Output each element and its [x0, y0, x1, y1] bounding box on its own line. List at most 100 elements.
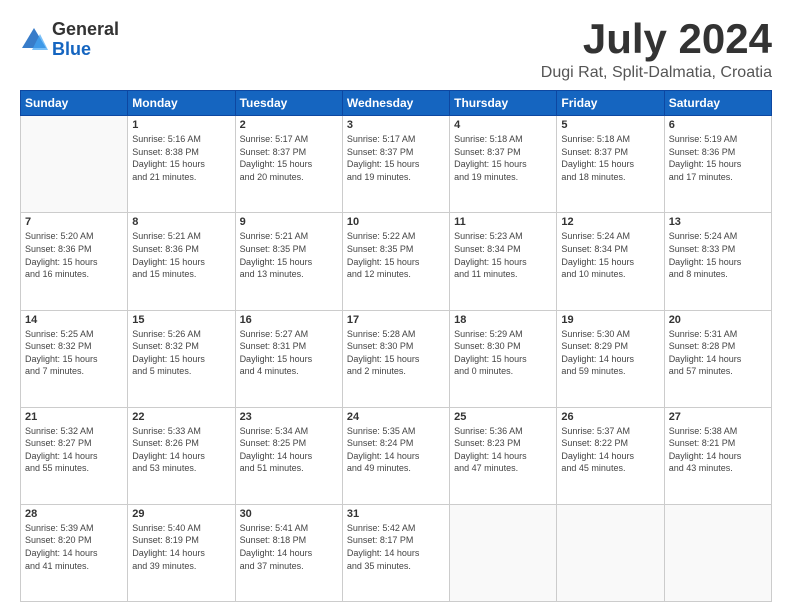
table-row: 8 Sunrise: 5:21 AM Sunset: 8:36 PM Daylig…: [128, 213, 235, 310]
day-number: 19: [561, 314, 659, 326]
day-number: 2: [240, 119, 338, 131]
main-title: July 2024: [541, 16, 772, 62]
day-info: Sunrise: 5:18 AM Sunset: 8:37 PM Dayligh…: [561, 133, 659, 183]
day-number: 7: [25, 216, 123, 228]
header: General Blue July 2024 Dugi Rat, Split-D…: [20, 16, 772, 82]
day-number: 13: [669, 216, 767, 228]
day-number: 24: [347, 411, 445, 423]
calendar-header-row: Sunday Monday Tuesday Wednesday Thursday…: [21, 91, 772, 116]
day-info: Sunrise: 5:33 AM Sunset: 8:26 PM Dayligh…: [132, 425, 230, 475]
subtitle: Dugi Rat, Split-Dalmatia, Croatia: [541, 64, 772, 82]
day-number: 6: [669, 119, 767, 131]
day-number: 21: [25, 411, 123, 423]
day-info: Sunrise: 5:35 AM Sunset: 8:24 PM Dayligh…: [347, 425, 445, 475]
day-info: Sunrise: 5:37 AM Sunset: 8:22 PM Dayligh…: [561, 425, 659, 475]
day-info: Sunrise: 5:20 AM Sunset: 8:36 PM Dayligh…: [25, 230, 123, 280]
day-info: Sunrise: 5:22 AM Sunset: 8:35 PM Dayligh…: [347, 230, 445, 280]
col-saturday: Saturday: [664, 91, 771, 116]
table-row: 10 Sunrise: 5:22 AM Sunset: 8:35 PM Dayli…: [342, 213, 449, 310]
day-number: 30: [240, 508, 338, 520]
day-info: Sunrise: 5:26 AM Sunset: 8:32 PM Dayligh…: [132, 328, 230, 378]
day-info: Sunrise: 5:30 AM Sunset: 8:29 PM Dayligh…: [561, 328, 659, 378]
logo: General Blue: [20, 20, 119, 60]
table-row: 30 Sunrise: 5:41 AM Sunset: 8:18 PM Dayli…: [235, 504, 342, 601]
day-number: 11: [454, 216, 552, 228]
day-info: Sunrise: 5:21 AM Sunset: 8:36 PM Dayligh…: [132, 230, 230, 280]
day-number: 5: [561, 119, 659, 131]
day-number: 25: [454, 411, 552, 423]
table-row: [450, 504, 557, 601]
table-row: 18Sunrise: 5:29 AM Sunset: 8:30 PM Dayli…: [450, 310, 557, 407]
day-number: 1: [132, 119, 230, 131]
day-info: Sunrise: 5:24 AM Sunset: 8:34 PM Dayligh…: [561, 230, 659, 280]
day-info: Sunrise: 5:41 AM Sunset: 8:18 PM Dayligh…: [240, 522, 338, 572]
table-row: [557, 504, 664, 601]
day-info: Sunrise: 5:17 AM Sunset: 8:37 PM Dayligh…: [347, 133, 445, 183]
day-info: Sunrise: 5:17 AM Sunset: 8:37 PM Dayligh…: [240, 133, 338, 183]
table-row: 5 Sunrise: 5:18 AM Sunset: 8:37 PM Daylig…: [557, 116, 664, 213]
table-row: 3 Sunrise: 5:17 AM Sunset: 8:37 PM Daylig…: [342, 116, 449, 213]
table-row: 2 Sunrise: 5:17 AM Sunset: 8:37 PM Daylig…: [235, 116, 342, 213]
day-info: Sunrise: 5:19 AM Sunset: 8:36 PM Dayligh…: [669, 133, 767, 183]
logo-text: General Blue: [52, 20, 119, 60]
col-monday: Monday: [128, 91, 235, 116]
day-info: Sunrise: 5:38 AM Sunset: 8:21 PM Dayligh…: [669, 425, 767, 475]
logo-blue: Blue: [52, 40, 119, 60]
table-row: 14Sunrise: 5:25 AM Sunset: 8:32 PM Dayli…: [21, 310, 128, 407]
day-info: Sunrise: 5:16 AM Sunset: 8:38 PM Dayligh…: [132, 133, 230, 183]
day-number: 8: [132, 216, 230, 228]
table-row: 16 Sunrise: 5:27 AM Sunset: 8:31 PM Dayli…: [235, 310, 342, 407]
day-info: Sunrise: 5:34 AM Sunset: 8:25 PM Dayligh…: [240, 425, 338, 475]
day-info: Sunrise: 5:39 AM Sunset: 8:20 PM Dayligh…: [25, 522, 123, 572]
col-tuesday: Tuesday: [235, 91, 342, 116]
title-block: July 2024 Dugi Rat, Split-Dalmatia, Croa…: [541, 16, 772, 82]
day-info: Sunrise: 5:25 AM Sunset: 8:32 PM Dayligh…: [25, 328, 123, 378]
table-row: 13 Sunrise: 5:24 AM Sunset: 8:33 PM Dayli…: [664, 213, 771, 310]
day-info: Sunrise: 5:21 AM Sunset: 8:35 PM Dayligh…: [240, 230, 338, 280]
table-row: 19 Sunrise: 5:30 AM Sunset: 8:29 PM Dayli…: [557, 310, 664, 407]
table-row: 12Sunrise: 5:24 AM Sunset: 8:34 PM Dayli…: [557, 213, 664, 310]
table-row: 9 Sunrise: 5:21 AM Sunset: 8:35 PM Daylig…: [235, 213, 342, 310]
table-row: 11 Sunrise: 5:23 AM Sunset: 8:34 PM Dayli…: [450, 213, 557, 310]
day-info: Sunrise: 5:36 AM Sunset: 8:23 PM Dayligh…: [454, 425, 552, 475]
table-row: 17Sunrise: 5:28 AM Sunset: 8:30 PM Dayli…: [342, 310, 449, 407]
table-row: 31Sunrise: 5:42 AM Sunset: 8:17 PM Dayli…: [342, 504, 449, 601]
day-number: 20: [669, 314, 767, 326]
page: General Blue July 2024 Dugi Rat, Split-D…: [0, 0, 792, 612]
day-number: 9: [240, 216, 338, 228]
table-row: 6 Sunrise: 5:19 AM Sunset: 8:36 PM Daylig…: [664, 116, 771, 213]
table-row: 1 Sunrise: 5:16 AM Sunset: 8:38 PM Daylig…: [128, 116, 235, 213]
day-info: Sunrise: 5:32 AM Sunset: 8:27 PM Dayligh…: [25, 425, 123, 475]
table-row: 7 Sunrise: 5:20 AM Sunset: 8:36 PM Daylig…: [21, 213, 128, 310]
day-info: Sunrise: 5:18 AM Sunset: 8:37 PM Dayligh…: [454, 133, 552, 183]
day-number: 31: [347, 508, 445, 520]
table-row: 26Sunrise: 5:37 AM Sunset: 8:22 PM Dayli…: [557, 407, 664, 504]
day-info: Sunrise: 5:31 AM Sunset: 8:28 PM Dayligh…: [669, 328, 767, 378]
logo-general: General: [52, 20, 119, 40]
table-row: 20 Sunrise: 5:31 AM Sunset: 8:28 PM Dayli…: [664, 310, 771, 407]
day-number: 3: [347, 119, 445, 131]
day-number: 23: [240, 411, 338, 423]
table-row: 21 Sunrise: 5:32 AM Sunset: 8:27 PM Dayli…: [21, 407, 128, 504]
table-row: 22 Sunrise: 5:33 AM Sunset: 8:26 PM Dayli…: [128, 407, 235, 504]
day-info: Sunrise: 5:23 AM Sunset: 8:34 PM Dayligh…: [454, 230, 552, 280]
col-sunday: Sunday: [21, 91, 128, 116]
day-number: 22: [132, 411, 230, 423]
day-info: Sunrise: 5:40 AM Sunset: 8:19 PM Dayligh…: [132, 522, 230, 572]
day-number: 17: [347, 314, 445, 326]
table-row: 15Sunrise: 5:26 AM Sunset: 8:32 PM Dayli…: [128, 310, 235, 407]
calendar: Sunday Monday Tuesday Wednesday Thursday…: [20, 90, 772, 602]
table-row: 29 Sunrise: 5:40 AM Sunset: 8:19 PM Dayli…: [128, 504, 235, 601]
day-info: Sunrise: 5:24 AM Sunset: 8:33 PM Dayligh…: [669, 230, 767, 280]
table-row: 27Sunrise: 5:38 AM Sunset: 8:21 PM Dayli…: [664, 407, 771, 504]
day-number: 29: [132, 508, 230, 520]
col-wednesday: Wednesday: [342, 91, 449, 116]
table-row: 25 Sunrise: 5:36 AM Sunset: 8:23 PM Dayli…: [450, 407, 557, 504]
day-number: 18: [454, 314, 552, 326]
day-number: 10: [347, 216, 445, 228]
day-number: 28: [25, 508, 123, 520]
day-number: 16: [240, 314, 338, 326]
table-row: 28 Sunrise: 5:39 AM Sunset: 8:20 PM Dayli…: [21, 504, 128, 601]
day-info: Sunrise: 5:27 AM Sunset: 8:31 PM Dayligh…: [240, 328, 338, 378]
col-friday: Friday: [557, 91, 664, 116]
